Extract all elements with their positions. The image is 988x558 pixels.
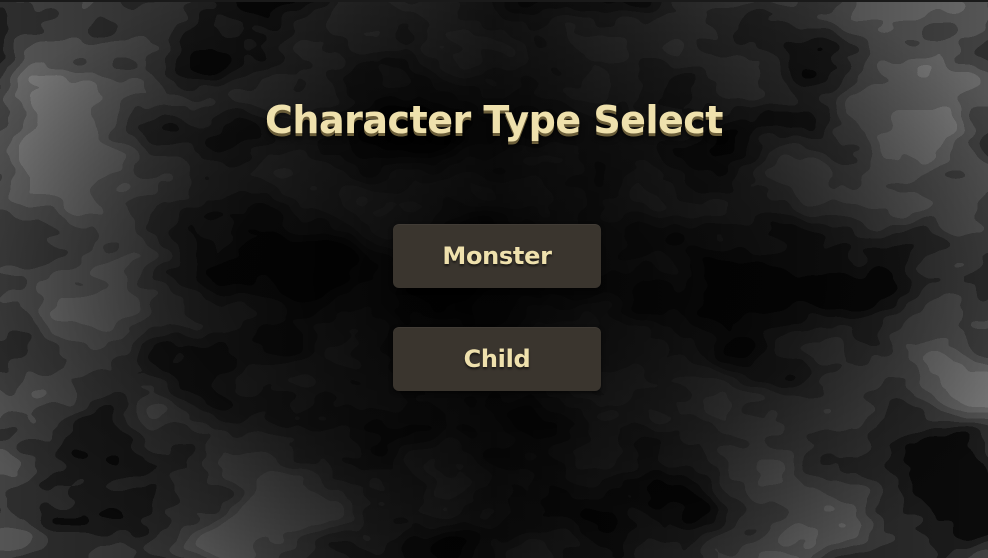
screen-title: Character Type Select <box>265 98 723 142</box>
monster-button[interactable]: Monster <box>393 224 601 288</box>
monster-button-label: Monster <box>442 242 552 270</box>
child-button-label: Child <box>463 345 531 373</box>
child-button[interactable]: Child <box>393 327 601 391</box>
character-select-screen: Character Type Select Monster Child <box>0 0 988 558</box>
